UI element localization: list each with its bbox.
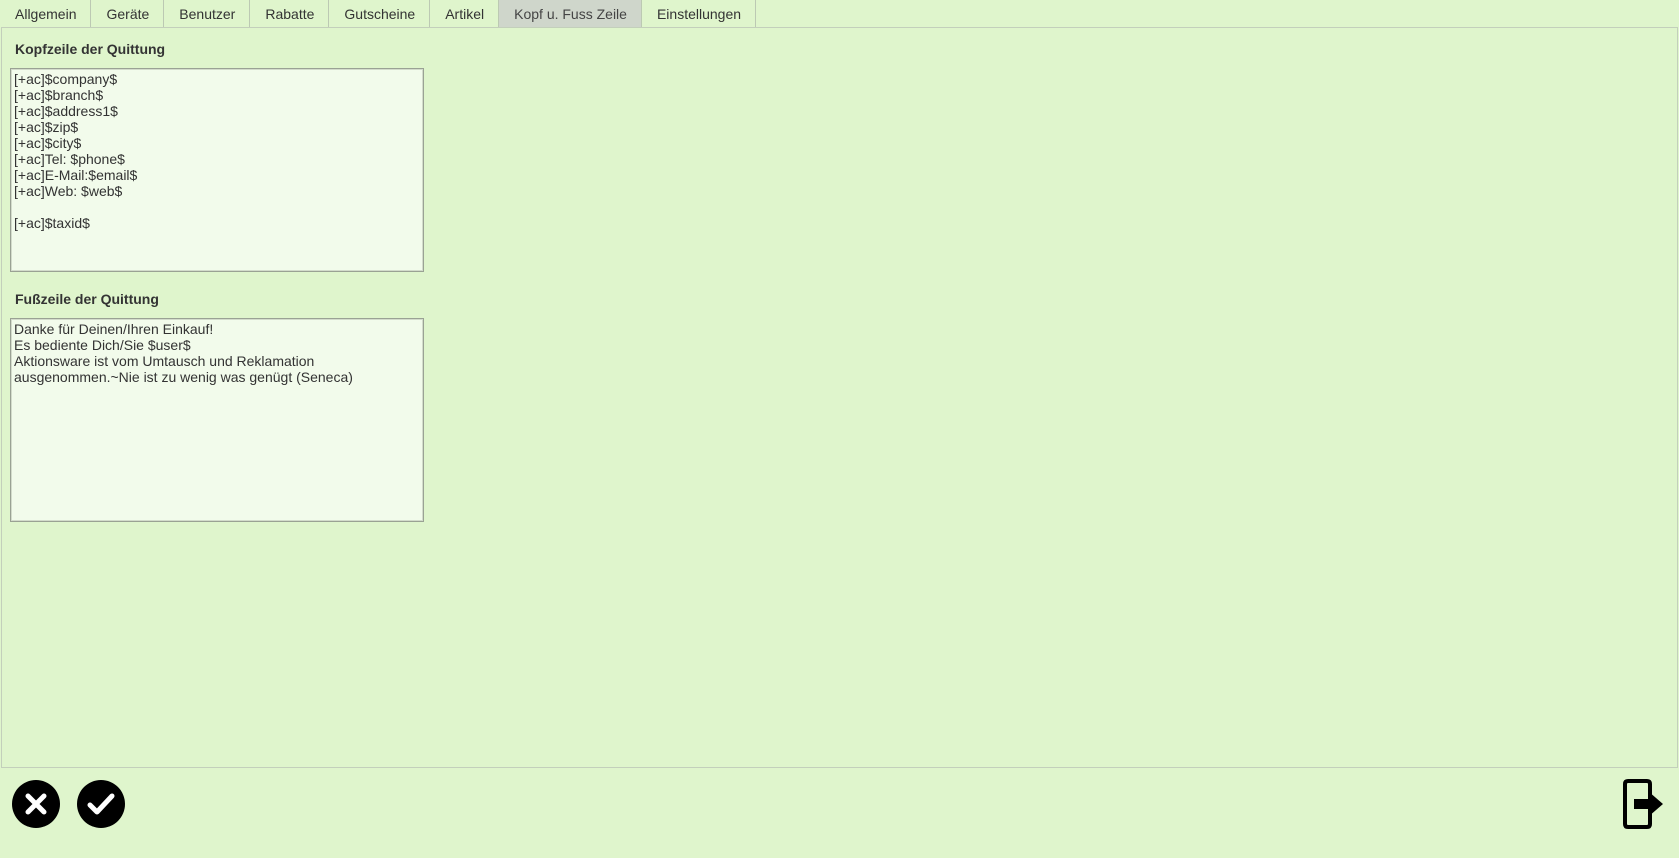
tab-content-panel: Kopfzeile der Quittung Fußzeile der Quit… (1, 27, 1678, 768)
tab-geraete[interactable]: Geräte (91, 0, 165, 28)
header-section-label: Kopfzeile der Quittung (15, 41, 166, 57)
exit-icon (1623, 779, 1663, 829)
tab-gutscheine[interactable]: Gutscheine (329, 0, 431, 28)
settings-window: Allgemein Geräte Benutzer Rabatte Gutsch… (0, 0, 1679, 858)
tab-kopf-fuss-zeile[interactable]: Kopf u. Fuss Zeile (499, 0, 642, 28)
tab-rabatte[interactable]: Rabatte (250, 0, 330, 28)
footer-section-label: Fußzeile der Quittung (15, 291, 159, 307)
confirm-button[interactable] (77, 780, 125, 828)
checkmark-icon (87, 793, 115, 815)
cancel-button[interactable] (12, 780, 60, 828)
footer-textarea[interactable] (10, 318, 424, 522)
tab-bar: Allgemein Geräte Benutzer Rabatte Gutsch… (0, 0, 757, 28)
tab-allgemein[interactable]: Allgemein (0, 0, 92, 28)
close-icon (25, 793, 47, 815)
tab-artikel[interactable]: Artikel (430, 0, 500, 28)
tab-einstellungen[interactable]: Einstellungen (641, 0, 757, 28)
header-textarea[interactable] (10, 68, 424, 272)
exit-button[interactable] (1622, 778, 1666, 830)
tab-benutzer[interactable]: Benutzer (164, 0, 251, 28)
